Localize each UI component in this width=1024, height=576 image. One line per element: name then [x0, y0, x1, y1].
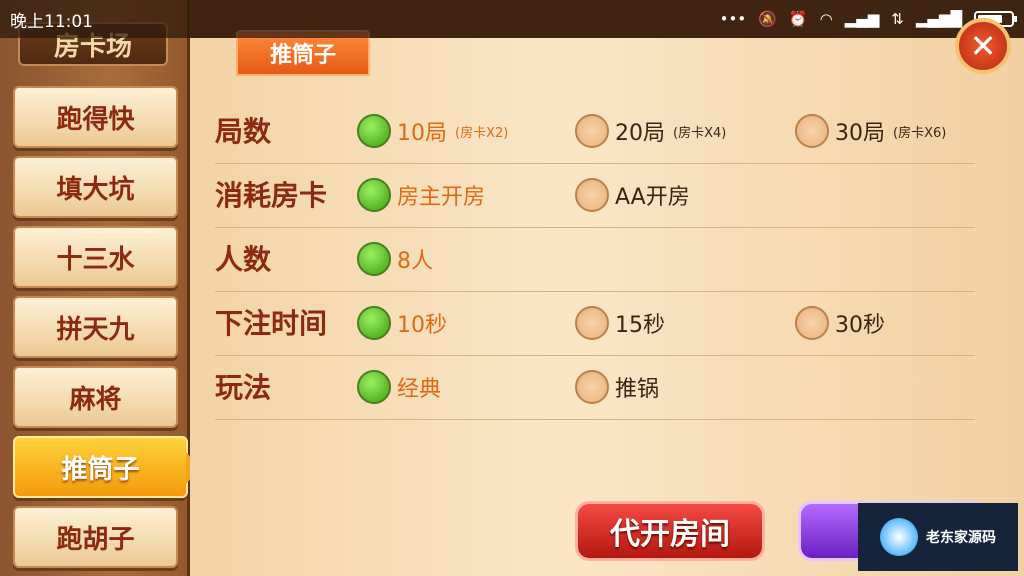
option-host-pays[interactable]: 房主开房 [357, 178, 485, 212]
setting-row-room-card: 消耗房卡 房主开房 AA开房 [215, 164, 975, 228]
radio-icon[interactable] [357, 114, 391, 148]
option-label: 15秒 [615, 313, 665, 338]
sidebar-item-pintianjiu[interactable]: 拼天九 [13, 296, 178, 358]
option-sublabel: (房卡X2) [455, 125, 509, 141]
option-label: 10秒 [397, 313, 447, 338]
sidebar-item-shisanshui[interactable]: 十三水 [13, 226, 178, 288]
logo-icon [880, 518, 918, 556]
row-label: 局数 [215, 115, 272, 148]
option-label: 30秒 [835, 313, 885, 338]
sidebar-item-tuitongzi[interactable]: 推筒子 [13, 436, 200, 498]
option-10-seconds[interactable]: 10秒 [357, 306, 447, 340]
watermark-text: 老东家源码 [926, 530, 996, 546]
radio-icon[interactable] [575, 306, 609, 340]
sidebar-item-paohuzi[interactable]: 跑胡子 [13, 506, 178, 568]
4g-icon: ▂▄▆█ [915, 10, 962, 28]
option-label: 20局 [615, 121, 665, 146]
option-push-pot[interactable]: 推锅 [575, 370, 659, 404]
setting-row-bet-time: 下注时间 10秒 15秒 30秒 [215, 292, 975, 356]
option-label: 推锅 [615, 377, 660, 402]
radio-icon[interactable] [575, 370, 609, 404]
dots-icon: ••• [719, 10, 747, 28]
status-time: 晚上11:01 [10, 11, 93, 32]
option-15-seconds[interactable]: 15秒 [575, 306, 665, 340]
mute-icon: 🔕 [758, 10, 777, 28]
option-20-rounds[interactable]: 20局 (房卡X4) [575, 114, 726, 148]
radio-icon[interactable] [795, 114, 829, 148]
option-label: 8人 [397, 249, 433, 274]
option-aa-pays[interactable]: AA开房 [575, 178, 690, 212]
option-30-rounds[interactable]: 30局 (房卡X6) [795, 114, 946, 148]
radio-icon[interactable] [575, 178, 609, 212]
signal-icon: ⇅ [891, 10, 904, 28]
option-classic[interactable]: 经典 [357, 370, 441, 404]
alarm-icon: ⏰ [788, 10, 808, 28]
option-sublabel: (房卡X6) [893, 125, 947, 141]
radio-icon[interactable] [795, 306, 829, 340]
row-label: 消耗房卡 [215, 179, 328, 212]
option-label: 10局 [397, 121, 447, 146]
sidebar-item-majiang[interactable]: 麻将 [13, 366, 178, 428]
radio-icon[interactable] [357, 178, 391, 212]
open-room-for-others-button[interactable]: 代开房间 [575, 501, 765, 561]
option-label: 30局 [835, 121, 885, 146]
option-30-seconds[interactable]: 30秒 [795, 306, 885, 340]
setting-row-rounds: 局数 10局 (房卡X2) 20局 (房卡X4) 30局 (房卡X6) [215, 100, 975, 164]
radio-icon[interactable] [357, 370, 391, 404]
row-label: 玩法 [215, 371, 272, 404]
row-label: 下注时间 [215, 307, 328, 340]
radio-icon[interactable] [357, 306, 391, 340]
option-label: 经典 [397, 377, 442, 402]
option-label: AA开房 [615, 185, 690, 210]
radio-icon[interactable] [575, 114, 609, 148]
sidebar: 房卡场 跑得快 填大坑 十三水 拼天九 麻将 推筒子 跑胡子 [0, 0, 200, 576]
status-bar: 晚上11:01 ••• 🔕 ⏰ ◠ ▂▄▆ ⇅ ▂▄▆█ [0, 0, 1024, 38]
close-icon: ✕ [969, 27, 997, 65]
sidebar-item-paodekuai[interactable]: 跑得快 [13, 86, 178, 148]
watermark: 老东家源码 [858, 503, 1018, 571]
setting-row-players: 人数 8人 [215, 228, 975, 292]
wifi-icon: ◠ [819, 10, 833, 28]
radio-icon[interactable] [357, 242, 391, 276]
signal-icon: ▂▄▆ [844, 10, 880, 28]
close-button[interactable]: ✕ [955, 18, 1011, 74]
sidebar-item-label: 推筒子 [61, 454, 140, 485]
option-label: 房主开房 [397, 185, 486, 210]
sidebar-item-tiandakeng[interactable]: 填大坑 [13, 156, 178, 218]
row-label: 人数 [215, 243, 272, 276]
option-sublabel: (房卡X4) [673, 125, 727, 141]
option-10-rounds[interactable]: 10局 (房卡X2) [357, 114, 508, 148]
setting-row-mode: 玩法 经典 推锅 [215, 356, 975, 420]
option-8-players[interactable]: 8人 [357, 242, 433, 276]
